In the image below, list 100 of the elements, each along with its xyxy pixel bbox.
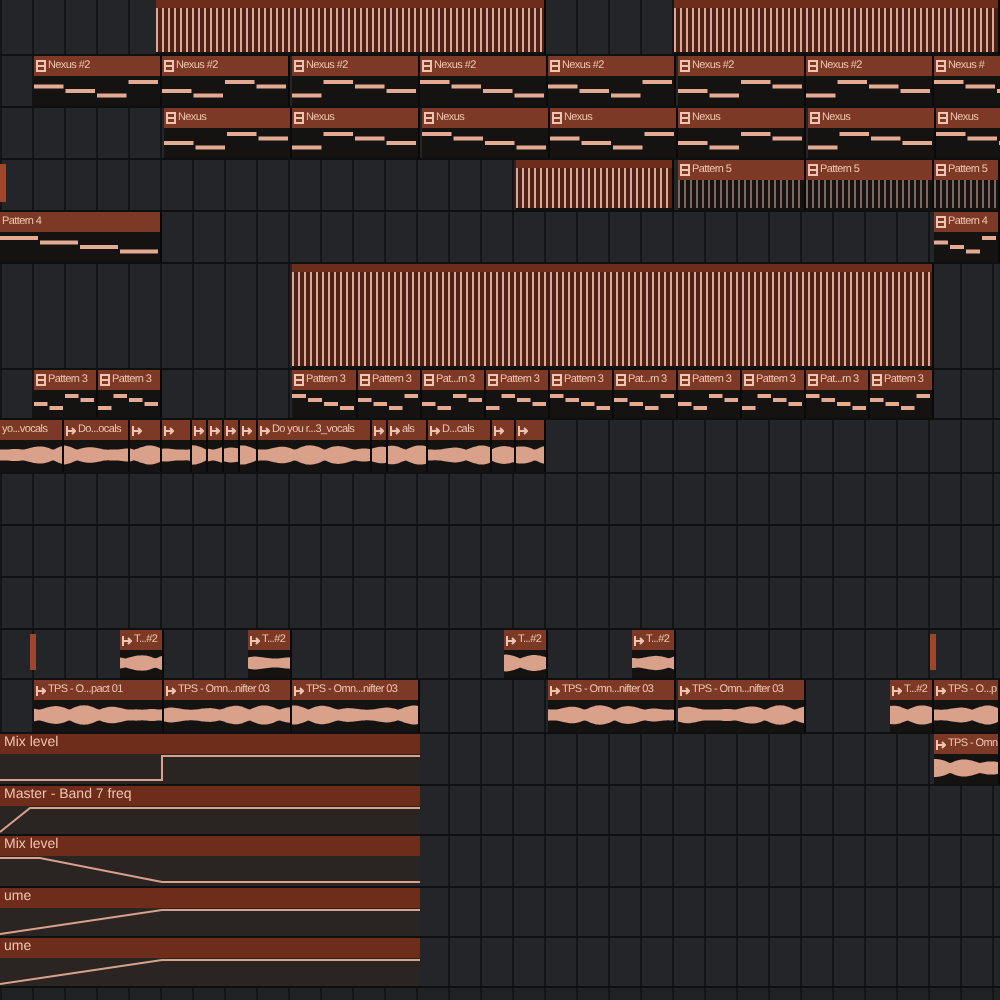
pattern-clip-icon	[680, 374, 690, 386]
audio-clip-icon	[634, 635, 644, 645]
waveform-drawing	[548, 700, 674, 730]
waveform-drawing	[164, 700, 290, 730]
waveform-drawing	[516, 440, 544, 470]
pattern-clip-icon	[164, 60, 174, 72]
note-bars-drawing	[422, 390, 484, 416]
note-bars-drawing	[162, 76, 288, 104]
step-dots-drawing	[678, 180, 804, 208]
audio-clip-icon	[250, 635, 260, 645]
note-bars-drawing	[34, 76, 160, 104]
waveform-drawing	[34, 700, 162, 730]
note-bars-drawing	[292, 128, 418, 156]
audio-clip-icon	[936, 685, 946, 695]
note-bars-drawing	[420, 76, 546, 104]
audio-clip-icon	[36, 685, 46, 695]
pattern-clip-icon	[488, 374, 498, 386]
note-bars-drawing	[548, 76, 674, 104]
pattern-clip-icon	[294, 112, 304, 124]
waveform-drawing	[0, 440, 62, 470]
note-bars-drawing	[678, 76, 804, 104]
waveform-drawing	[934, 754, 998, 782]
audio-clip-icon	[430, 425, 440, 435]
pattern-clip[interactable]	[674, 0, 1000, 54]
pattern-clip-icon	[552, 374, 562, 386]
audio-clip-icon	[494, 425, 504, 435]
note-bars-drawing	[742, 390, 804, 416]
clip-marker[interactable]	[0, 164, 6, 202]
pattern-clip-icon	[422, 60, 432, 72]
pattern-clip-icon	[680, 60, 690, 72]
audio-clip[interactable]	[224, 420, 240, 472]
note-bars-drawing	[806, 390, 868, 416]
note-bars-drawing	[678, 390, 740, 416]
audio-clip-icon	[166, 685, 176, 695]
note-bars-drawing	[486, 390, 548, 416]
pattern-clip-icon	[424, 374, 434, 386]
pattern-clip-icon	[294, 60, 304, 72]
audio-clip-icon	[260, 425, 270, 435]
audio-clip[interactable]	[162, 420, 192, 472]
audio-clip[interactable]	[192, 420, 208, 472]
pattern-clip-icon	[936, 60, 946, 72]
audio-clip[interactable]	[516, 420, 546, 472]
pattern-clip-icon	[294, 374, 304, 386]
note-bars-drawing	[164, 128, 290, 156]
pattern-clip-icon	[808, 164, 818, 176]
pattern-clip[interactable]	[516, 160, 674, 210]
clip-marker[interactable]	[30, 634, 36, 670]
pattern-clip-icon	[100, 374, 110, 386]
note-bars-drawing	[358, 390, 420, 416]
audio-clip[interactable]	[208, 420, 224, 472]
audio-clip-icon	[550, 685, 560, 695]
audio-clip[interactable]	[492, 420, 516, 472]
audio-clip-icon	[518, 425, 528, 435]
audio-clip-icon	[226, 425, 236, 435]
pattern-clip-icon	[938, 112, 948, 124]
pattern-clip-icon	[810, 112, 820, 124]
audio-clip-icon	[132, 425, 142, 435]
pattern-clip-icon	[424, 112, 434, 124]
pattern-clip-icon	[936, 216, 946, 228]
waveform-drawing	[120, 650, 162, 676]
pattern-clip-icon	[808, 374, 818, 386]
note-bars-drawing	[934, 232, 998, 260]
pattern-clip-icon	[552, 112, 562, 124]
audio-clip[interactable]	[372, 420, 388, 472]
audio-clip-icon	[374, 425, 384, 435]
note-bars-drawing	[678, 128, 804, 156]
note-bars-drawing	[614, 390, 676, 416]
pattern-clip-icon	[166, 112, 176, 124]
pattern-clip-icon	[616, 374, 626, 386]
audio-clip-icon	[242, 425, 252, 435]
pattern-clip-icon	[744, 374, 754, 386]
pattern-clip-icon	[550, 60, 560, 72]
audio-clip-icon	[936, 739, 946, 749]
audio-clip-icon	[164, 425, 174, 435]
clip-marker[interactable]	[930, 634, 936, 670]
pattern-clip[interactable]	[156, 0, 546, 54]
pattern-clip-icon	[36, 60, 46, 72]
audio-clip-icon	[66, 425, 76, 435]
pattern-clip-icon	[808, 60, 818, 72]
audio-clip-icon	[390, 425, 400, 435]
note-bars-drawing	[98, 390, 160, 416]
waveform-drawing	[504, 650, 546, 676]
note-bars-drawing	[422, 128, 548, 156]
audio-clip-icon	[210, 425, 220, 435]
audio-clip-icon	[892, 685, 902, 695]
audio-clip-icon	[506, 635, 516, 645]
pattern-clip-icon	[936, 164, 946, 176]
pattern-clip-icon	[36, 374, 46, 386]
waveform-drawing	[632, 650, 674, 676]
note-bars-drawing	[550, 128, 676, 156]
note-bars-drawing	[292, 390, 356, 416]
pattern-clip-icon	[680, 112, 690, 124]
audio-clip-icon	[294, 685, 304, 695]
waveform-drawing	[678, 700, 804, 730]
note-bars-drawing	[34, 390, 96, 416]
pattern-clip-icon	[872, 374, 882, 386]
audio-clip-icon	[122, 635, 132, 645]
audio-clip[interactable]	[240, 420, 258, 472]
audio-clip[interactable]	[130, 420, 162, 472]
note-bars-drawing	[550, 390, 612, 416]
